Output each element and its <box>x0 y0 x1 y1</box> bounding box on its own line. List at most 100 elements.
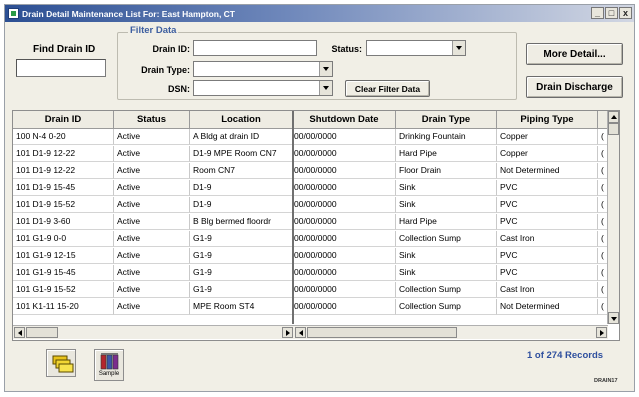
dsn-filter-dropdown[interactable] <box>193 80 333 96</box>
cell-shutdown-date[interactable]: 00/00/0000 <box>293 299 396 315</box>
cell-status[interactable]: Active <box>114 129 190 145</box>
cell-shutdown-date[interactable]: 00/00/0000 <box>293 180 396 196</box>
frozen-horizontal-scroll-thumb[interactable] <box>26 327 58 338</box>
cell-drain-id[interactable]: 101 D1-9 3-60 <box>13 214 114 230</box>
minimize-button[interactable]: _ <box>591 7 604 19</box>
cell-location[interactable]: G1-9 <box>190 231 293 247</box>
cell-drain-type[interactable]: Hard Pipe <box>396 214 497 230</box>
cell-location[interactable]: G1-9 <box>190 282 293 298</box>
cell-drain-type[interactable]: Drinking Fountain <box>396 129 497 145</box>
cell-piping-type[interactable]: Not Determined <box>497 163 598 179</box>
table-row[interactable]: 101 K1-11 15-20 Active MPE Room ST4 00/00/0… <box>13 299 608 315</box>
cell-location[interactable]: G1-9 <box>190 265 293 281</box>
cell-drain-id[interactable]: 100 N-4 0-20 <box>13 129 114 145</box>
maximize-button[interactable]: □ <box>605 7 618 19</box>
table-row[interactable]: 101 G1-9 12-15 Active G1-9 00/00/0000 Sink PV… <box>13 248 608 264</box>
cell-drain-type[interactable]: Hard Pipe <box>396 146 497 162</box>
frozen-horizontal-scrollbar[interactable] <box>13 325 294 339</box>
cell-piping-type[interactable]: PVC <box>497 197 598 213</box>
scroll-left-icon[interactable] <box>295 327 306 338</box>
cell-location[interactable]: G1-9 <box>190 248 293 264</box>
cell-drain-type[interactable]: Sink <box>396 180 497 196</box>
cell-status[interactable]: Active <box>114 231 190 247</box>
cell-drain-type[interactable]: Sink <box>396 248 497 264</box>
cell-drain-type[interactable]: Collection Sump <box>396 231 497 247</box>
drain-type-filter-dropdown[interactable] <box>193 61 333 77</box>
table-row[interactable]: 101 D1-9 15-52 Active D1-9 00/00/0000 Sink PV… <box>13 197 608 213</box>
table-row[interactable]: 101 D1-9 12-22 Active D1-9 MPE Room CN7 00/… <box>13 146 608 162</box>
cell-shutdown-date[interactable]: 00/00/0000 <box>293 214 396 230</box>
table-row[interactable]: 101 D1-9 12-22 Active Room CN7 00/00/0000 Fl… <box>13 163 608 179</box>
chevron-down-icon[interactable] <box>319 62 332 76</box>
cell-status[interactable]: Active <box>114 180 190 196</box>
cell-drain-type[interactable]: Floor Drain <box>396 163 497 179</box>
main-horizontal-scroll-thumb[interactable] <box>307 327 457 338</box>
column-header-piping-type[interactable]: Piping Type <box>497 111 598 129</box>
column-header-status[interactable]: Status <box>114 111 190 129</box>
scroll-left-icon[interactable] <box>14 327 25 338</box>
title-bar[interactable]: Drain Detail Maintenance List For: East … <box>5 5 634 22</box>
cell-drain-type[interactable]: Sink <box>396 197 497 213</box>
scroll-up-icon[interactable] <box>608 111 619 123</box>
cell-drain-id[interactable]: 101 G1-9 0-0 <box>13 231 114 247</box>
table-row[interactable]: 100 N-4 0-20 Active A Bldg at drain ID 00/0… <box>13 129 608 145</box>
cell-status[interactable]: Active <box>114 299 190 315</box>
frozen-column-divider[interactable] <box>292 111 294 324</box>
table-row[interactable]: 101 G1-9 15-45 Active G1-9 00/00/0000 Sink PV… <box>13 265 608 281</box>
column-header-shutdown-date[interactable]: Shutdown Date <box>293 111 396 129</box>
table-row[interactable]: 101 G1-9 15-52 Active G1-9 00/00/0000 Collec… <box>13 282 608 298</box>
cell-drain-id[interactable]: 101 G1-9 12-15 <box>13 248 114 264</box>
table-row[interactable]: 101 D1-9 15-45 Active D1-9 00/00/0000 Sink PV… <box>13 180 608 196</box>
cell-status[interactable]: Active <box>114 146 190 162</box>
column-header-drain-type[interactable]: Drain Type <box>396 111 497 129</box>
filter-tags-button[interactable] <box>46 349 76 377</box>
cell-location[interactable]: D1-9 MPE Room CN7 <box>190 146 293 162</box>
cell-status[interactable]: Active <box>114 282 190 298</box>
cell-shutdown-date[interactable]: 00/00/0000 <box>293 231 396 247</box>
column-header-location[interactable]: Location <box>190 111 293 129</box>
cell-location[interactable]: D1-9 <box>190 180 293 196</box>
scroll-right-icon[interactable] <box>282 327 293 338</box>
drain-id-filter-input[interactable] <box>193 40 317 56</box>
close-button[interactable]: x <box>619 7 632 19</box>
cell-piping-type[interactable]: PVC <box>497 265 598 281</box>
cell-piping-type[interactable]: Not Determined <box>497 299 598 315</box>
cell-drain-id[interactable]: 101 D1-9 12-22 <box>13 163 114 179</box>
cell-drain-id[interactable]: 101 G1-9 15-52 <box>13 282 114 298</box>
cell-shutdown-date[interactable]: 00/00/0000 <box>293 265 396 281</box>
cell-drain-type[interactable]: Collection Sump <box>396 299 497 315</box>
cell-status[interactable]: Active <box>114 248 190 264</box>
cell-location[interactable]: MPE Room ST4 <box>190 299 293 315</box>
cell-location[interactable]: B Blg bermed floordr <box>190 214 293 230</box>
cell-piping-type[interactable]: Copper <box>497 146 598 162</box>
cell-location[interactable]: Room CN7 <box>190 163 293 179</box>
cell-status[interactable]: Active <box>114 197 190 213</box>
vertical-scrollbar[interactable] <box>607 111 619 324</box>
cell-drain-type[interactable]: Collection Sump <box>396 282 497 298</box>
clear-filter-data-button[interactable]: Clear Filter Data <box>345 80 430 97</box>
cell-status[interactable]: Active <box>114 214 190 230</box>
table-row[interactable]: 101 G1-9 0-0 Active G1-9 00/00/0000 Collecti… <box>13 231 608 247</box>
cell-piping-type[interactable]: PVC <box>497 248 598 264</box>
cell-piping-type[interactable]: Cast Iron <box>497 231 598 247</box>
cell-shutdown-date[interactable]: 00/00/0000 <box>293 282 396 298</box>
cell-shutdown-date[interactable]: 00/00/0000 <box>293 146 396 162</box>
cell-piping-type[interactable]: PVC <box>497 180 598 196</box>
table-row[interactable]: 101 D1-9 3-60 Active B Blg bermed floordr 0… <box>13 214 608 230</box>
cell-drain-id[interactable]: 101 D1-9 15-45 <box>13 180 114 196</box>
chevron-down-icon[interactable] <box>319 81 332 95</box>
cell-drain-id[interactable]: 101 D1-9 12-22 <box>13 146 114 162</box>
find-drain-id-input[interactable] <box>16 59 106 77</box>
cell-drain-id[interactable]: 101 K1-11 15-20 <box>13 299 114 315</box>
cell-piping-type[interactable]: Cast Iron <box>497 282 598 298</box>
cell-shutdown-date[interactable]: 00/00/0000 <box>293 129 396 145</box>
cell-shutdown-date[interactable]: 00/00/0000 <box>293 248 396 264</box>
chevron-down-icon[interactable] <box>452 41 465 55</box>
main-horizontal-scrollbar[interactable] <box>294 325 608 339</box>
more-detail-button[interactable]: More Detail... <box>526 43 623 65</box>
scroll-right-icon[interactable] <box>596 327 607 338</box>
status-filter-dropdown[interactable] <box>366 40 466 56</box>
cell-piping-type[interactable]: PVC <box>497 214 598 230</box>
cell-shutdown-date[interactable]: 00/00/0000 <box>293 163 396 179</box>
cell-status[interactable]: Active <box>114 265 190 281</box>
